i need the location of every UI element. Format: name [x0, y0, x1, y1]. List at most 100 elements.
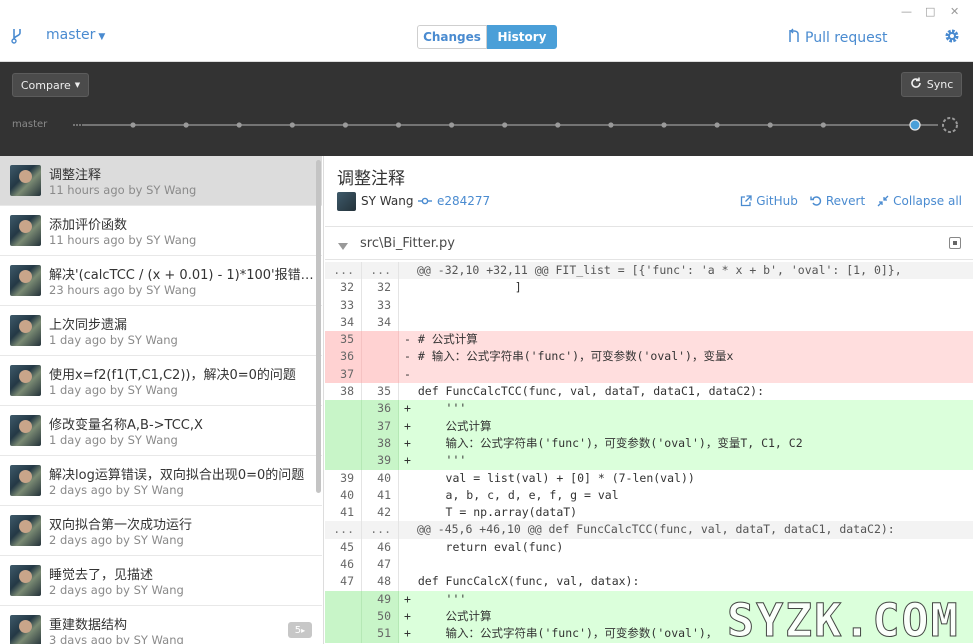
commit-list-scrollbar[interactable]: [316, 160, 321, 493]
old-line-number: [325, 590, 362, 608]
chevron-right-icon: ▸: [301, 625, 306, 635]
diff-context-line: 41 42 T = np.array(dataT): [325, 504, 973, 522]
diff-code: [399, 314, 973, 331]
old-line-number: [325, 417, 362, 435]
new-line-number: 35: [362, 383, 399, 401]
new-line-number: 47: [362, 556, 399, 574]
old-line-number: 41: [325, 504, 362, 522]
commit-item-meta: 2 days ago by SY Wang: [49, 483, 184, 497]
commit-item-title: 调整注释: [49, 168, 102, 183]
commit-list-item[interactable]: 解决'(calcTCC / (x + 0.01) - 1)*100'报错问题 23…: [0, 256, 322, 306]
timeline-commit-dot[interactable]: [449, 122, 455, 128]
collapse-icon: [877, 195, 889, 207]
diff-code: def FuncCalcTCC(func, val, dataT, dataC1…: [404, 384, 765, 399]
commit-item-title: 解决log运算错误，双向拟合出现0=0的问题: [49, 468, 305, 483]
old-line-number: 39: [325, 469, 362, 487]
old-line-number: 34: [325, 313, 362, 332]
diff-code: val = list(val) + [0] * (7-len(val)): [404, 470, 695, 485]
commit-sha: e284277: [437, 194, 491, 208]
timeline-commit-dot[interactable]: [661, 122, 667, 128]
diff-code: [399, 297, 973, 314]
timeline-commit-dot[interactable]: [502, 122, 508, 128]
diff-view: ...... @@ -32,10 +32,11 @@ FIT_list = [{'…: [325, 262, 973, 643]
commit-list: 调整注释 11 hours ago by SY Wang 添加评价函数 11 hour…: [0, 156, 324, 644]
diff-context-line: 45 46 return eval(func): [325, 538, 973, 557]
timeline-commit-dot[interactable]: [342, 122, 348, 128]
commit-sha-link[interactable]: e284277: [418, 194, 490, 208]
avatar: [10, 165, 41, 196]
old-line-number: 35: [325, 331, 362, 349]
revert-button[interactable]: Revert: [810, 194, 865, 208]
new-line-number: [362, 331, 399, 349]
timeline-commit-dot[interactable]: [236, 122, 242, 128]
new-line-number: 32: [362, 279, 399, 297]
commit-list-item[interactable]: 添加评价函数 11 hours ago by SY Wang: [0, 206, 322, 256]
timeline-track[interactable]: [0, 62, 973, 156]
chevron-down-icon[interactable]: [338, 239, 348, 254]
tab-changes[interactable]: Changes: [417, 25, 487, 49]
timeline-commit-dot[interactable]: [183, 122, 189, 128]
commit-list-item[interactable]: 上次同步遗漏 1 day ago by SY Wang: [0, 306, 322, 356]
diff-code: + 公式计算: [404, 418, 492, 433]
commit-item-meta: 11 hours ago by SY Wang: [49, 233, 197, 247]
avatar: [10, 515, 41, 546]
timeline-commit-dot[interactable]: [608, 122, 614, 128]
commit-item-title: 双向拟合第一次成功运行: [49, 518, 193, 533]
old-line-number: 47: [325, 573, 362, 591]
new-line-number: 50: [362, 607, 399, 626]
collapse-all-button[interactable]: Collapse all: [877, 194, 962, 208]
timeline-commit-dot[interactable]: [395, 122, 402, 128]
commit-list-item[interactable]: 使用x=f2(f1(T,C1,C2))，解决0=0的问题 1 day ago by…: [0, 356, 322, 406]
new-line-number: 41: [362, 486, 399, 505]
diff-added-line: 38 + 输入：公式字符串('func')，可变参数('oval')，变量T, C…: [325, 434, 973, 453]
timeline-commit-dot[interactable]: [289, 122, 295, 128]
branch-selector[interactable]: master ▼: [46, 27, 105, 43]
timeline-commit-dot[interactable]: [555, 122, 561, 128]
avatar: [10, 415, 41, 446]
more-commits-badge[interactable]: 5 ▸: [288, 622, 312, 638]
tab-history[interactable]: History: [487, 25, 557, 49]
diff-deleted-line: 36 - # 输入：公式字符串('func')，可变参数('oval')，变量x: [325, 348, 973, 366]
new-line-number: 39: [362, 452, 399, 470]
new-line-number: 42: [362, 504, 399, 522]
commit-item-title: 修改变量名称A,B->TCC,X: [49, 418, 203, 433]
old-line-number: 40: [325, 486, 362, 505]
view-file-icon[interactable]: [949, 237, 961, 249]
pull-request-icon: [788, 28, 800, 48]
diff-hunk-header[interactable]: ...... @@ -45,6 +46,10 @@ def FuncCalcTCC…: [325, 521, 973, 539]
timeline-commit-dot[interactable]: [767, 122, 773, 128]
close-icon[interactable]: ✕: [950, 5, 959, 18]
commit-item-title: 使用x=f2(f1(T,C1,C2))，解决0=0的问题: [49, 368, 296, 383]
gear-icon[interactable]: [944, 28, 960, 48]
old-line-number: 38: [325, 383, 362, 401]
commit-list-item[interactable]: 修改变量名称A,B->TCC,X 1 day ago by SY Wang: [0, 406, 322, 456]
commit-list-item[interactable]: 睡觉去了，见描述 2 days ago by SY Wang: [0, 556, 322, 606]
timeline-commit-dot[interactable]: [909, 119, 921, 131]
history-timeline: Compare ▼ Sync master: [0, 62, 973, 156]
maximize-icon[interactable]: □: [925, 5, 935, 18]
github-label: GitHub: [756, 194, 798, 208]
commit-list-item[interactable]: 解决log运算错误，双向拟合出现0=0的问题 2 days ago by SY W…: [0, 456, 322, 506]
file-header[interactable]: src\Bi_Fitter.py: [325, 226, 973, 260]
minimize-icon[interactable]: —: [901, 5, 912, 18]
diff-hunk-header[interactable]: ...... @@ -32,10 +32,11 @@ FIT_list = [{'…: [325, 262, 973, 280]
timeline-commit-dot[interactable]: [820, 122, 826, 128]
timeline-unsynced-dot[interactable]: [942, 117, 958, 133]
new-line-number: 34: [362, 313, 399, 332]
commit-item-title: 上次同步遗漏: [49, 318, 128, 333]
commit-item-title: 睡觉去了，见描述: [49, 568, 154, 583]
avatar: [10, 315, 41, 346]
timeline-commit-dot[interactable]: [130, 122, 136, 128]
old-line-number: [325, 400, 362, 418]
commit-list-item[interactable]: 调整注释 11 hours ago by SY Wang: [0, 156, 322, 206]
diff-context-line: 34 34: [325, 313, 973, 332]
diff-code: [399, 556, 973, 573]
commit-item-meta: 2 days ago by SY Wang: [49, 533, 184, 547]
timeline-commit-dot[interactable]: [714, 122, 720, 128]
pull-request-button[interactable]: Pull request: [788, 28, 888, 48]
commit-list-item[interactable]: 双向拟合第一次成功运行 2 days ago by SY Wang: [0, 506, 322, 556]
github-link[interactable]: GitHub: [740, 194, 798, 208]
commit-list-item[interactable]: 重建数据结构 3 days ago by SY Wang: [0, 606, 322, 644]
commit-item-meta: 1 day ago by SY Wang: [49, 433, 178, 447]
old-line-number: 45: [325, 538, 362, 557]
